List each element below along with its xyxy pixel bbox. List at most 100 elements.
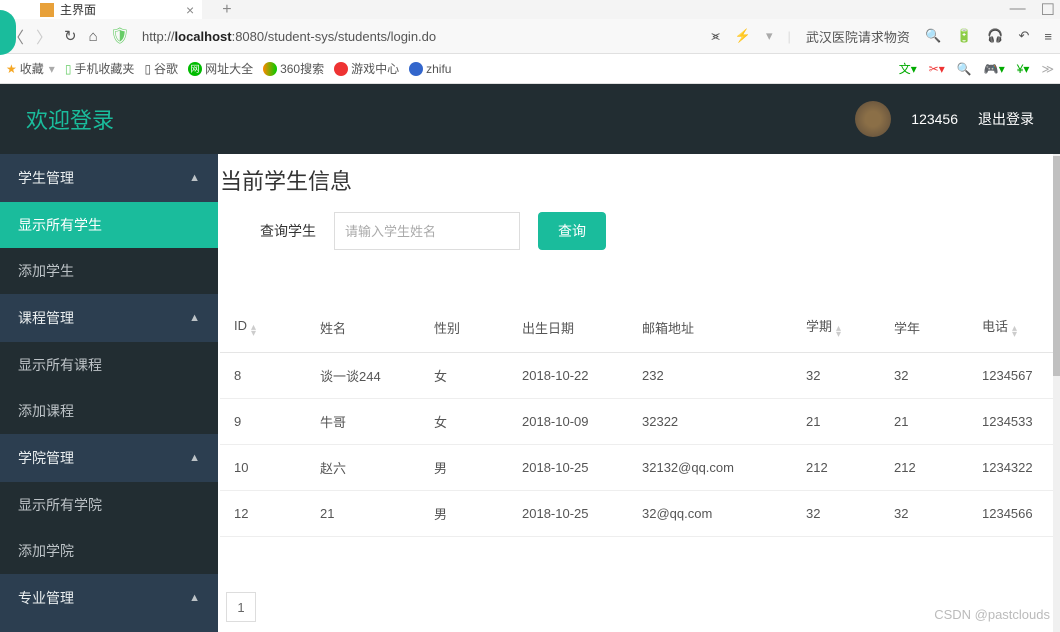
search-label: 查询学生 xyxy=(260,221,316,241)
cell-phone: 1234567 xyxy=(968,353,1060,399)
sort-icon: ▴▾ xyxy=(1012,326,1017,338)
cell-name: 谈一谈244 xyxy=(306,353,420,399)
chevron-down-icon[interactable]: ▾ xyxy=(766,28,773,44)
cell-term: 212 xyxy=(792,445,880,491)
page-1[interactable]: 1 xyxy=(226,592,256,622)
th-phone[interactable]: 电话▴▾ xyxy=(968,302,1060,353)
chevron-up-icon: ▲ xyxy=(189,592,200,604)
bookmark-sites[interactable]: 网网址大全 xyxy=(188,60,253,77)
bookmark-games[interactable]: 游戏中心 xyxy=(334,60,399,77)
cell-email: 32@qq.com xyxy=(628,491,792,537)
maximize-icon[interactable]: ☐ xyxy=(1041,0,1055,20)
browser-nav: 〈 〉 ↻ ⌂ 🛡 http://localhost:8080/student-… xyxy=(0,19,1060,54)
cell-phone: 1234566 xyxy=(968,491,1060,537)
minimize-icon[interactable]: — xyxy=(1010,0,1026,20)
search-button[interactable]: 查询 xyxy=(538,212,606,250)
url-bar[interactable]: http://localhost:8080/student-sys/studen… xyxy=(142,29,699,44)
cell-phone: 1234533 xyxy=(968,399,1060,445)
forward-icon[interactable]: 〉 xyxy=(36,24,52,48)
headphone-icon[interactable]: 🎧 xyxy=(987,28,1003,44)
cell-gender: 男 xyxy=(420,491,508,537)
ext-more-icon[interactable]: ≫ xyxy=(1041,62,1054,76)
home-icon[interactable]: ⌂ xyxy=(89,28,98,45)
table-row: 10赵六男2018-10-2532132@qq.com2122121234322 xyxy=(220,445,1060,491)
ext-scissors-icon[interactable]: ✂▾ xyxy=(929,62,945,76)
share-icon[interactable]: ⪤ xyxy=(711,28,719,44)
welcome-title: 欢迎登录 xyxy=(26,103,114,135)
sidebar-group-student[interactable]: 学生管理▲ xyxy=(0,154,218,202)
cell-phone: 1234322 xyxy=(968,445,1060,491)
watermark: CSDN @pastclouds xyxy=(934,607,1050,622)
chevron-up-icon: ▲ xyxy=(189,312,200,324)
sidebar: 学生管理▲ 显示所有学生 添加学生 课程管理▲ 显示所有课程 添加课程 学院管理… xyxy=(0,154,218,632)
reload-icon[interactable]: ↻ xyxy=(64,27,77,45)
cell-gender: 女 xyxy=(420,353,508,399)
logout-link[interactable]: 退出登录 xyxy=(978,109,1034,129)
sidebar-item-add-student[interactable]: 添加学生 xyxy=(0,248,218,294)
cell-email: 32322 xyxy=(628,399,792,445)
main-content: 当前学生信息 查询学生 查询 ID▴▾ 姓名 性别 出生日期 邮箱地址 学期▴▾… xyxy=(218,154,1060,632)
th-term[interactable]: 学期▴▾ xyxy=(792,302,880,353)
th-gender: 性别 xyxy=(420,302,508,353)
sidebar-group-major[interactable]: 专业管理▲ xyxy=(0,574,218,622)
th-name: 姓名 xyxy=(306,302,420,353)
sidebar-item-add-course[interactable]: 添加课程 xyxy=(0,388,218,434)
cell-term: 32 xyxy=(792,353,880,399)
bookmark-mobile[interactable]: ▯手机收藏夹 xyxy=(65,60,135,77)
ext-currency-icon[interactable]: ¥▾ xyxy=(1017,62,1030,76)
cell-term: 32 xyxy=(792,491,880,537)
cell-term: 21 xyxy=(792,399,880,445)
cell-year: 21 xyxy=(880,399,968,445)
lightning-icon[interactable]: ⚡ xyxy=(735,28,751,44)
page-title: 当前学生信息 xyxy=(218,154,1060,208)
cell-name: 牛哥 xyxy=(306,399,420,445)
ext-search-icon[interactable]: 🔍 xyxy=(957,62,972,76)
cell-dob: 2018-10-25 xyxy=(508,491,628,537)
cell-name: 21 xyxy=(306,491,420,537)
cell-dob: 2018-10-09 xyxy=(508,399,628,445)
pagination: 1 xyxy=(226,592,256,622)
th-year: 学年 xyxy=(880,302,968,353)
cell-id: 8 xyxy=(220,353,306,399)
sidebar-item-add-college[interactable]: 添加学院 xyxy=(0,528,218,574)
ext-translate-icon[interactable]: 文▾ xyxy=(899,60,917,77)
sidebar-item-show-colleges[interactable]: 显示所有学院 xyxy=(0,482,218,528)
cell-id: 12 xyxy=(220,491,306,537)
sidebar-item-show-students[interactable]: 显示所有学生 xyxy=(0,202,218,248)
bookmark-google[interactable]: ▯谷歌 xyxy=(144,60,178,77)
cell-id: 10 xyxy=(220,445,306,491)
sort-icon: ▴▾ xyxy=(251,325,256,337)
students-table: ID▴▾ 姓名 性别 出生日期 邮箱地址 学期▴▾ 学年 电话▴▾ 8谈一谈24… xyxy=(220,302,1060,537)
chevron-up-icon: ▲ xyxy=(189,172,200,184)
sidebar-group-course[interactable]: 课程管理▲ xyxy=(0,294,218,342)
cell-gender: 男 xyxy=(420,445,508,491)
cell-email: 232 xyxy=(628,353,792,399)
menu-icon[interactable]: ≡ xyxy=(1044,29,1052,44)
news-text[interactable]: 武汉医院请求物资 xyxy=(806,27,910,46)
tab-close-icon[interactable]: × xyxy=(186,2,194,18)
cell-id: 9 xyxy=(220,399,306,445)
bookmark-zhifu[interactable]: zhifu xyxy=(409,62,451,76)
undo-icon[interactable]: ↶ xyxy=(1019,28,1030,44)
sort-icon: ▴▾ xyxy=(836,326,841,338)
browser-tabs: 主界面 × + — ☐ xyxy=(0,0,1060,19)
bookmark-360[interactable]: 360搜索 xyxy=(263,60,324,77)
search-icon[interactable]: 🔍 xyxy=(925,28,941,44)
favorites-button[interactable]: ★收藏▾ xyxy=(6,60,55,77)
th-dob: 出生日期 xyxy=(508,302,628,353)
ext-game-icon[interactable]: 🎮▾ xyxy=(984,62,1005,76)
avatar[interactable] xyxy=(855,101,891,137)
th-id[interactable]: ID▴▾ xyxy=(220,302,306,353)
tab-title: 主界面 xyxy=(60,1,96,18)
table-row: 8谈一谈244女2018-10-2223232321234567 xyxy=(220,353,1060,399)
cell-year: 32 xyxy=(880,353,968,399)
app-header: 欢迎登录 123456 退出登录 xyxy=(0,84,1060,154)
chevron-up-icon: ▲ xyxy=(189,452,200,464)
sidebar-group-college[interactable]: 学院管理▲ xyxy=(0,434,218,482)
browser-tab[interactable]: 主界面 × xyxy=(0,0,202,19)
cell-email: 32132@qq.com xyxy=(628,445,792,491)
search-input[interactable] xyxy=(334,212,520,250)
sidebar-item-show-courses[interactable]: 显示所有课程 xyxy=(0,342,218,388)
new-tab-icon[interactable]: + xyxy=(222,1,231,19)
scrollbar[interactable] xyxy=(1053,154,1060,632)
